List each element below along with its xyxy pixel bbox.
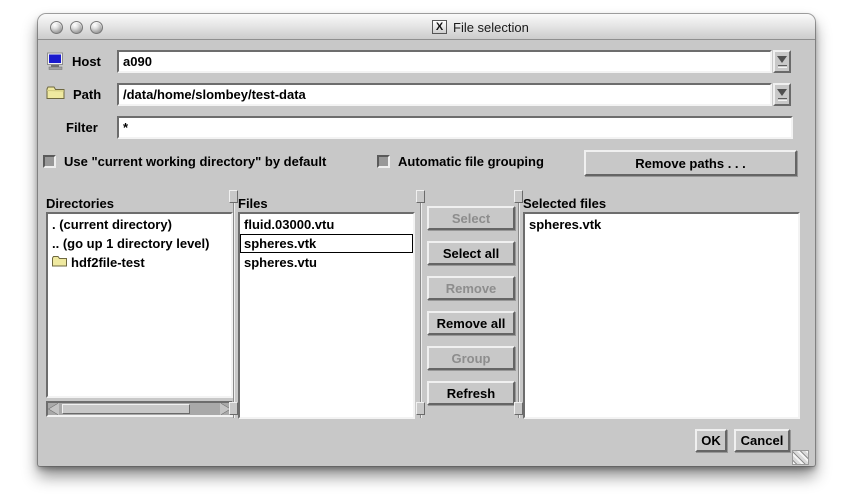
sash-handle[interactable] — [416, 402, 425, 415]
list-item-label: .. (go up 1 directory level) — [52, 236, 209, 251]
select-button[interactable]: Select — [427, 206, 515, 230]
group-button[interactable]: Group — [427, 346, 515, 370]
list-item-parent-directory[interactable]: .. (go up 1 directory level) — [48, 234, 231, 253]
dropdown-dash-icon — [778, 65, 787, 68]
directories-h-scrollbar[interactable] — [46, 401, 233, 417]
computer-icon — [46, 52, 66, 75]
files-list[interactable]: fluid.03000.vtu spheres.vtk spheres.vtu — [238, 212, 415, 419]
list-item-current-directory[interactable]: . (current directory) — [48, 215, 231, 234]
remove-button[interactable]: Remove — [427, 276, 515, 300]
dropdown-dash-icon — [778, 98, 787, 101]
x11-app-icon: X — [432, 20, 447, 34]
selected-files-list[interactable]: spheres.vtk — [523, 212, 800, 419]
auto-grouping-checkbox[interactable] — [377, 155, 390, 168]
path-label: Path — [73, 83, 101, 106]
select-all-button[interactable]: Select all — [427, 241, 515, 265]
list-item-label: fluid.03000.vtu — [244, 217, 334, 232]
list-item-label: spheres.vtk — [244, 236, 316, 251]
filter-label: Filter — [66, 116, 98, 139]
directories-label: Directories — [46, 196, 114, 211]
list-item-label: spheres.vtk — [529, 217, 601, 232]
title-group: X File selection — [432, 14, 529, 40]
remove-all-button[interactable]: Remove all — [427, 311, 515, 335]
use-cwd-checkbox-label: Use "current working directory" by defau… — [64, 155, 326, 169]
sash-handle[interactable] — [416, 190, 425, 203]
list-item-label: . (current directory) — [52, 217, 172, 232]
host-label: Host — [72, 50, 101, 73]
window-title: File selection — [453, 20, 529, 35]
host-history-dropdown-button[interactable] — [773, 50, 791, 73]
pane-divider — [233, 194, 235, 418]
zoom-button[interactable] — [90, 21, 103, 34]
path-input[interactable] — [117, 83, 772, 106]
pane-divider — [518, 194, 520, 418]
list-item-hdf2file-test[interactable]: hdf2file-test — [48, 253, 231, 272]
list-item-label: hdf2file-test — [71, 255, 145, 270]
close-button[interactable] — [50, 21, 63, 34]
sash-handle[interactable] — [514, 402, 523, 415]
list-item-selected-file[interactable]: spheres.vtk — [525, 215, 798, 234]
sash-handle[interactable] — [229, 190, 238, 203]
directories-list[interactable]: . (current directory) .. (go up 1 direct… — [46, 212, 233, 398]
use-cwd-checkbox[interactable] — [43, 155, 56, 168]
folder-icon — [52, 255, 67, 270]
minimize-button[interactable] — [70, 21, 83, 34]
selected-files-label: Selected files — [523, 196, 606, 211]
scroll-left-icon[interactable] — [49, 403, 59, 415]
filter-input[interactable] — [117, 116, 793, 139]
cancel-button[interactable]: Cancel — [734, 429, 790, 452]
ok-button[interactable]: OK — [695, 429, 727, 452]
sash-handle[interactable] — [229, 402, 238, 415]
file-selection-dialog: X File selection Host Path — [38, 14, 815, 466]
refresh-button[interactable]: Refresh — [427, 381, 515, 405]
pane-divider — [420, 194, 422, 418]
path-history-dropdown-button[interactable] — [773, 83, 791, 106]
files-label: Files — [238, 196, 268, 211]
titlebar[interactable]: X File selection — [38, 14, 815, 40]
auto-grouping-checkbox-label: Automatic file grouping — [398, 155, 544, 169]
chevron-down-icon — [777, 89, 787, 96]
list-item-file[interactable]: fluid.03000.vtu — [240, 215, 413, 234]
host-input[interactable] — [117, 50, 772, 73]
list-item-label: spheres.vtu — [244, 255, 317, 270]
sash-handle[interactable] — [514, 190, 523, 203]
list-item-file-focused[interactable]: spheres.vtk — [240, 234, 413, 253]
scrollbar-thumb[interactable] — [62, 404, 190, 414]
screen: X File selection Host Path — [0, 0, 844, 500]
list-item-file[interactable]: spheres.vtu — [240, 253, 413, 272]
chevron-down-icon — [777, 56, 787, 63]
resize-grip-icon[interactable] — [792, 450, 809, 465]
remove-paths-button[interactable]: Remove paths . . . — [584, 150, 797, 176]
folder-icon — [46, 85, 65, 105]
